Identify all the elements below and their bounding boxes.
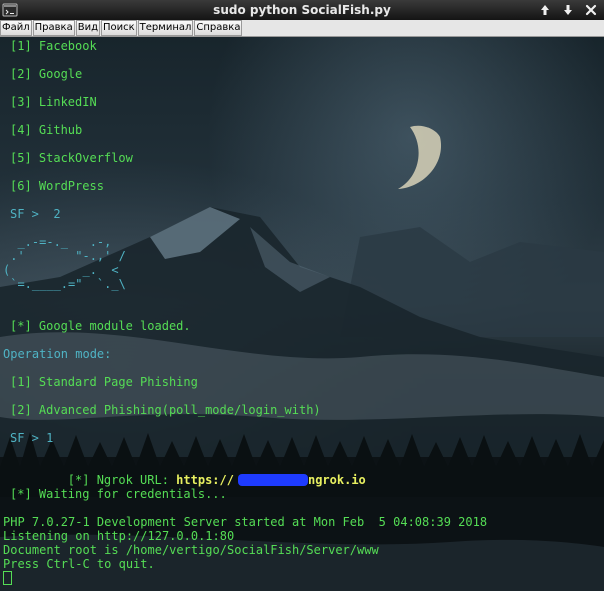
- minimize-arrow-icon[interactable]: [560, 2, 576, 18]
- ngrok-url-label: [*] Ngrok URL:: [67, 473, 177, 487]
- fish-ascii-art-line: `=.____.=" `._\: [3, 277, 126, 291]
- close-icon[interactable]: [583, 2, 599, 18]
- menu-bar: Файл Правка Вид Поиск Терминал Справка: [0, 20, 604, 37]
- mountain-background-image: [0, 125, 604, 591]
- site-option-stackoverflow: [5] StackOverflow: [10, 151, 133, 165]
- site-option-github: [4] Github: [10, 123, 83, 137]
- site-option-facebook: [1] Facebook: [10, 39, 97, 53]
- terminal-cursor: [3, 571, 12, 585]
- site-option-google: [2] Google: [10, 67, 83, 81]
- server-log-line: Document root is /home/vertigo/SocialFis…: [3, 543, 379, 557]
- sf-prompt-second: SF > 1: [10, 431, 54, 445]
- server-log-line: PHP 7.0.27-1 Development Server started …: [3, 515, 488, 529]
- ngrok-url-prefix: https://: [176, 473, 234, 487]
- mode-option-standard: [1] Standard Page Phishing: [10, 375, 198, 389]
- site-option-linkedin: [3] LinkedIN: [10, 95, 97, 109]
- server-log-line: Press Ctrl-C to quit.: [3, 557, 155, 571]
- fish-ascii-art-line: _.-=-._ .-,: [3, 235, 112, 249]
- maximize-arrow-icon[interactable]: [537, 2, 553, 18]
- terminal-output-area[interactable]: [1] Facebook [2] Google [3] LinkedIN [4]…: [0, 37, 604, 591]
- server-log-line: Listening on http://127.0.0.1:80: [3, 529, 235, 543]
- sf-prompt-first: SF > 2: [10, 207, 61, 221]
- site-option-wordpress: [6] WordPress: [10, 179, 104, 193]
- fish-ascii-art-line: .' "-.,' /: [3, 249, 126, 263]
- menu-terminal[interactable]: Терминал: [137, 20, 194, 36]
- mode-option-advanced: [2] Advanced Phishing(poll_mode/login_wi…: [10, 403, 321, 417]
- menu-view[interactable]: Вид: [75, 20, 100, 36]
- module-loaded-message: [*] Google module loaded.: [10, 319, 191, 333]
- menu-edit[interactable]: Правка: [32, 20, 75, 36]
- terminal-window: sudo python SocialFish.py Файл Правка Ви…: [0, 0, 604, 591]
- operation-mode-label: Operation mode:: [3, 347, 112, 361]
- window-title: sudo python SocialFish.py: [213, 3, 391, 17]
- waiting-message: [*] Waiting for credentials...: [10, 487, 227, 501]
- menu-file[interactable]: Файл: [0, 20, 32, 36]
- ngrok-url-suffix: ngrok.io: [307, 473, 366, 487]
- fish-ascii-art-line: ( _. <: [3, 263, 119, 277]
- redacted-subdomain: [237, 474, 308, 486]
- menu-search[interactable]: Поиск: [100, 20, 137, 36]
- menu-help[interactable]: Справка: [194, 20, 243, 36]
- ngrok-url-line: [*] Ngrok URL: https:// ngrok.io: [10, 459, 366, 487]
- title-bar[interactable]: sudo python SocialFish.py: [0, 0, 604, 21]
